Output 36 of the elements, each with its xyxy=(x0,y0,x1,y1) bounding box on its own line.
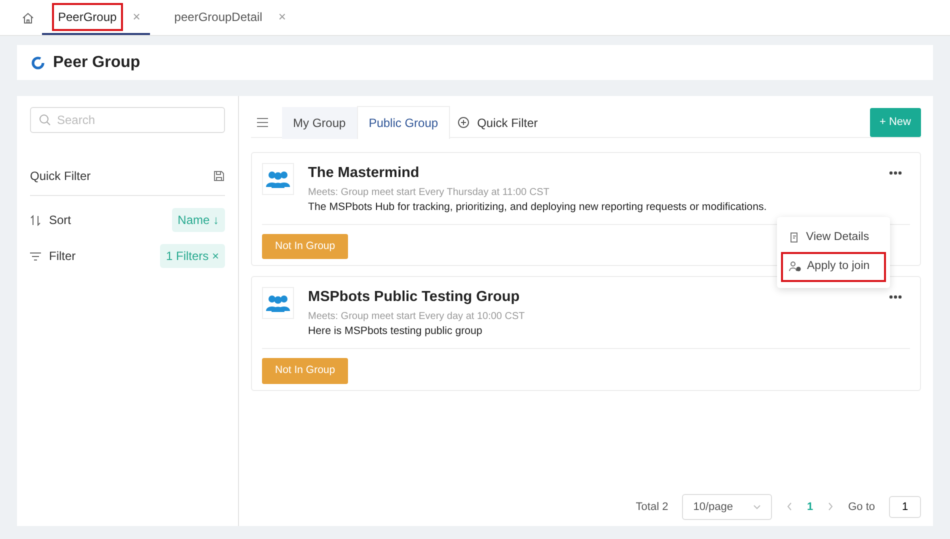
home-icon[interactable] xyxy=(22,12,34,24)
search-field[interactable]: Search xyxy=(30,107,225,133)
group-tab[interactable]: Public Group xyxy=(356,106,450,139)
page-title: Peer Group xyxy=(53,52,140,72)
goto-page-field[interactable]: 1 xyxy=(889,496,921,518)
group-tab[interactable]: My Group xyxy=(282,106,357,138)
plus-circle-icon xyxy=(458,117,470,128)
page-size-select[interactable]: 10/page xyxy=(682,494,772,520)
menu-item[interactable]: Apply to join xyxy=(781,252,886,282)
more-options-icon[interactable] xyxy=(889,295,902,300)
quick-filter-label: Quick Filter xyxy=(30,168,91,185)
save-icon[interactable] xyxy=(213,170,225,182)
sort-label: Sort xyxy=(49,212,72,229)
filter-icon xyxy=(30,250,41,262)
page-tab[interactable]: peerGroupDetail xyxy=(168,2,268,30)
meeting-schedule: Meets: Group meet start Every Thursday at 11:00 CST xyxy=(308,186,550,200)
add-user-icon xyxy=(789,261,801,272)
sort-icon xyxy=(30,214,41,226)
menu-item[interactable]: View Details xyxy=(781,223,886,252)
people-icon xyxy=(265,294,291,312)
people-icon xyxy=(265,170,291,188)
goto-label: Go to xyxy=(848,500,875,514)
filter-label: Filter xyxy=(49,248,76,265)
page-tab[interactable]: PeerGroup xyxy=(52,2,123,30)
document-icon xyxy=(789,232,800,244)
group-description: Here is MSPbots testing public group xyxy=(308,324,484,340)
refresh-icon xyxy=(31,56,45,70)
meeting-schedule: Meets: Group meet start Every day at 10:00 CST xyxy=(308,310,525,324)
group-name: MSPbots Public Testing Group xyxy=(308,288,521,308)
more-options-icon[interactable] xyxy=(889,171,902,175)
menu-icon[interactable] xyxy=(257,118,268,127)
quick-filter-link[interactable]: Quick Filter xyxy=(477,114,538,132)
group-name: The Mastermind xyxy=(308,164,420,183)
total-count: Total 2 xyxy=(636,500,668,514)
chevron-down-icon xyxy=(752,502,761,511)
group-description: The MSPbots Hub for tracking, prioritizing, and deploying new reporting requests or modifications. xyxy=(308,200,767,215)
